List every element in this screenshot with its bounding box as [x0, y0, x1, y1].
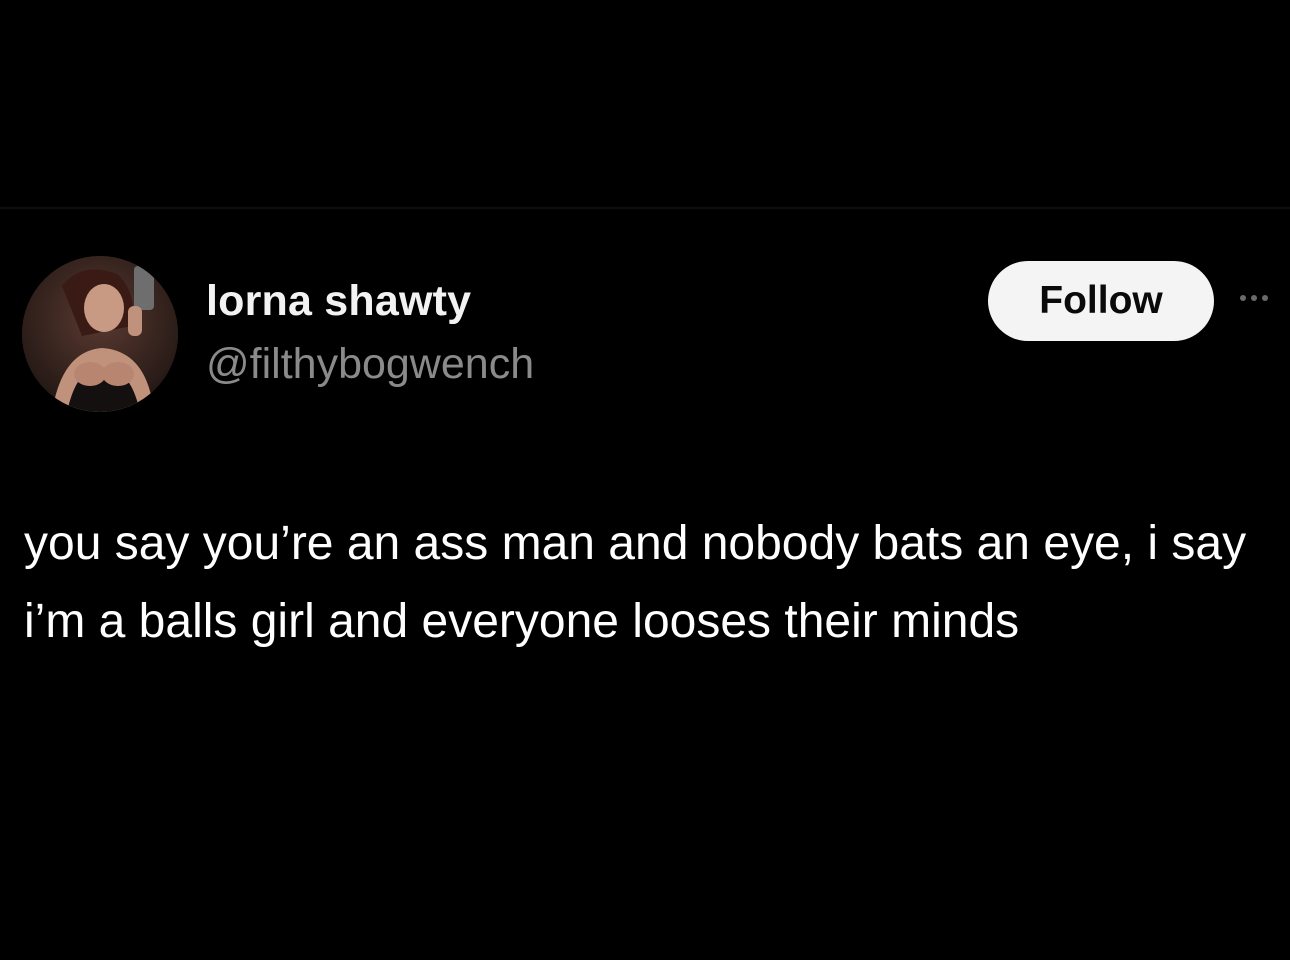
avatar[interactable]	[22, 256, 178, 412]
ellipsis-dot	[1251, 295, 1257, 301]
author-handle[interactable]: @filthybogwench	[206, 340, 534, 389]
ellipsis-dot	[1240, 295, 1246, 301]
profile-photo-icon	[22, 256, 178, 412]
author-display-name[interactable]: lorna shawty	[206, 277, 471, 326]
post-body-text: you say you’re an ass man and nobody bat…	[24, 517, 1247, 648]
ellipsis-icon[interactable]	[1240, 283, 1286, 313]
follow-button[interactable]: Follow	[988, 261, 1214, 341]
ellipsis-dot	[1262, 295, 1268, 301]
post-card: lorna shawty @filthybogwench Follow you …	[0, 0, 1290, 960]
